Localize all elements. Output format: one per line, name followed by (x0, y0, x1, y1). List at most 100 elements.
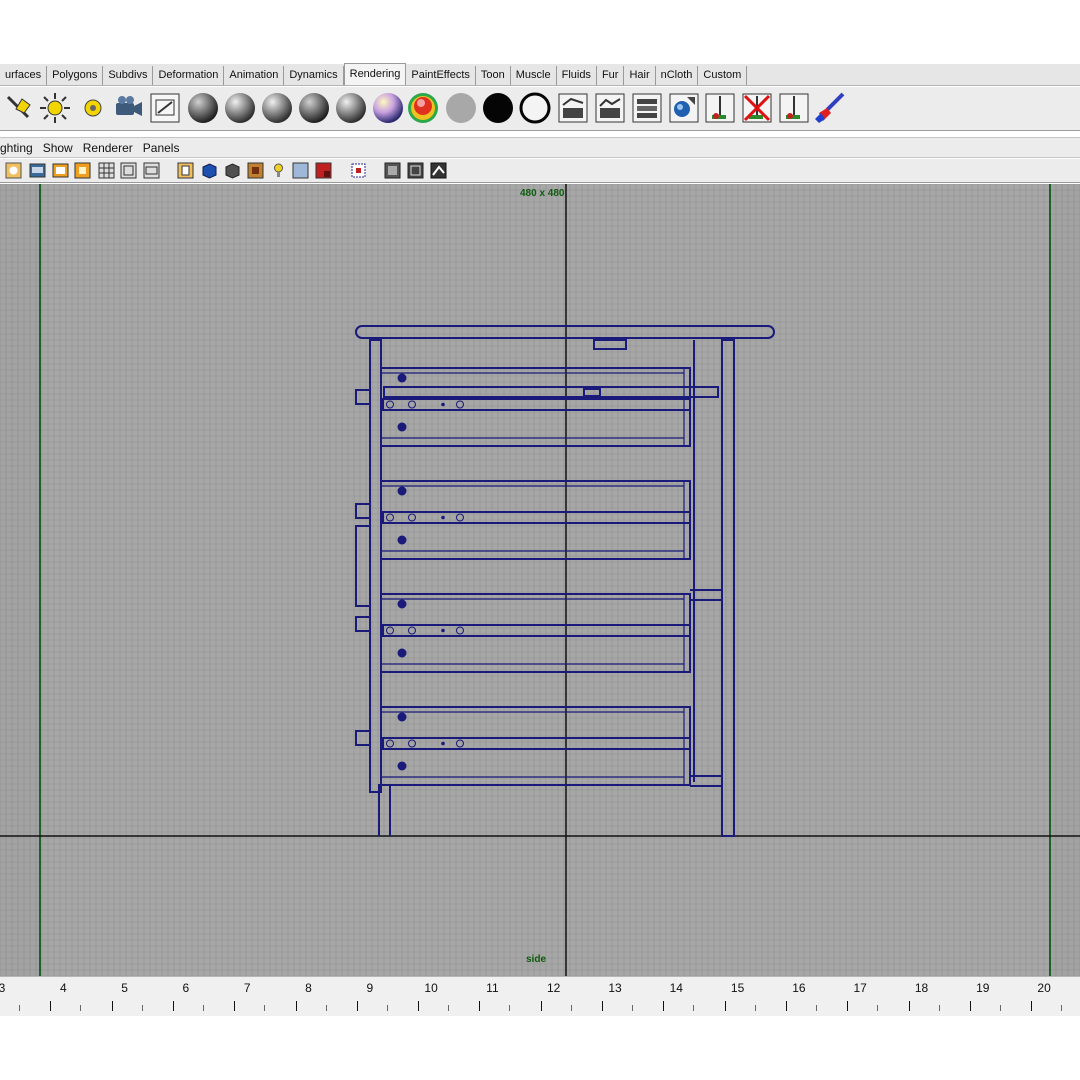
make-light-links-icon[interactable] (777, 91, 811, 125)
break-light-links-icon[interactable] (740, 91, 774, 125)
menu-renderer[interactable]: Renderer (83, 141, 133, 155)
shelf-tab-custom[interactable]: Custom (698, 66, 748, 85)
image-plane-icon[interactable] (74, 162, 91, 179)
ruler-tick (172, 1001, 174, 1011)
drawer-slide-extended (383, 386, 719, 398)
smooth-shade-icon[interactable] (270, 162, 287, 179)
cabinet-wireframe[interactable] (0, 184, 1080, 976)
ruler-label: 6 (182, 981, 190, 995)
shelf-tab-ncloth[interactable]: nCloth (656, 66, 699, 85)
light-linking-icon[interactable] (703, 91, 737, 125)
ruler-minor-tick (938, 1005, 940, 1011)
isolate-select-icon[interactable] (430, 162, 447, 179)
drawer-4-runner (382, 737, 691, 750)
select-camera-icon[interactable] (5, 162, 22, 179)
ruler-minor-tick (632, 1005, 633, 1011)
ruler-tick (847, 1001, 849, 1011)
paint-effects-brush-icon[interactable] (813, 91, 847, 125)
ruler-label: 20 (1037, 981, 1051, 995)
ruler-label: 16 (792, 981, 806, 995)
ruler-minor-tick (570, 1005, 572, 1011)
film-gate-icon[interactable] (120, 162, 137, 179)
ruler-minor-tick (325, 1005, 327, 1011)
grid-icon[interactable] (98, 162, 115, 179)
drawer-4-screw-bottom (397, 761, 407, 771)
slide-stop (583, 388, 601, 397)
drawer-handle-2 (355, 503, 371, 519)
safe-action-icon[interactable] (224, 162, 241, 179)
ruler-tick (234, 1001, 236, 1011)
shelf-tab-fur[interactable]: Fur (597, 66, 625, 85)
ruler-minor-tick (264, 1005, 266, 1011)
viewport-side[interactable]: 480 x 480 side (0, 184, 1080, 976)
shelf-tab-fluids[interactable]: Fluids (557, 66, 597, 85)
shelf-tab-animation[interactable]: Animation (224, 66, 285, 85)
render-settings-icon[interactable] (148, 91, 182, 125)
hypershade-icon[interactable] (667, 91, 701, 125)
cabinet-back-post (721, 339, 735, 837)
ruler-minor-tick (815, 1005, 817, 1011)
use-background-icon[interactable] (518, 91, 552, 125)
ramp-shader-icon[interactable] (406, 91, 440, 125)
flat-shade-icon[interactable] (292, 162, 309, 179)
point-light-icon[interactable] (38, 91, 72, 125)
resolution-gate-label: 480 x 480 (520, 188, 565, 199)
ruler-tick (908, 1001, 910, 1011)
render-current-frame-icon[interactable] (593, 91, 627, 125)
texture-icon[interactable] (315, 162, 332, 179)
ruler-minor-tick (448, 1005, 450, 1011)
cabinet-top-slab (355, 325, 775, 339)
menu-ghting[interactable]: ghting (0, 141, 33, 155)
surface-shader-icon[interactable] (481, 91, 515, 125)
ruler-tick (785, 1001, 787, 1011)
ambient-light-icon[interactable] (76, 91, 110, 125)
camera-attributes-icon[interactable] (29, 162, 46, 179)
resolution-gate-icon[interactable] (143, 162, 160, 179)
blinn-sphere-icon[interactable] (223, 91, 257, 125)
ruler-tick (50, 1001, 52, 1011)
gate-mask-icon[interactable] (177, 162, 194, 179)
spot-light-icon[interactable] (2, 91, 36, 125)
ruler-tick (418, 1001, 420, 1011)
ipr-render-icon[interactable] (630, 91, 664, 125)
phong-sphere-icon[interactable] (260, 91, 294, 125)
drawer-handle-tall (355, 525, 371, 607)
shelf-tab-urfaces[interactable]: urfaces (0, 66, 48, 85)
lighting-icon[interactable] (350, 162, 367, 179)
ruler-minor-tick (202, 1005, 204, 1011)
shelf-tab-bar: urfaces Polygons Subdivs Deformation Animati… (0, 63, 1080, 86)
camera-icon[interactable] (112, 91, 146, 125)
ruler-minor-tick (509, 1005, 511, 1011)
shelf-tab-muscle[interactable]: Muscle (511, 66, 557, 85)
drawer-4-runner-hole (456, 739, 464, 748)
ruler-label: 19 (976, 981, 990, 995)
shelf-tab-rendering[interactable]: Rendering (343, 63, 407, 85)
shelf-tab-painteffects[interactable]: PaintEffects (406, 66, 476, 85)
phonge-sphere-icon[interactable] (297, 91, 331, 125)
anisotropic-sphere-icon[interactable] (334, 91, 368, 125)
shadows-icon[interactable] (384, 162, 401, 179)
shelf-tab-toon[interactable]: Toon (476, 66, 511, 85)
menu-show[interactable]: Show (43, 141, 73, 155)
time-ruler[interactable]: 3 4 5 6 7 8 9 10 11 12 13 14 15 16 17 18 19 20 (0, 976, 1080, 1016)
ruler-minor-tick (141, 1005, 143, 1011)
field-chart-icon[interactable] (201, 162, 218, 179)
shelf-tab-polygons[interactable]: Polygons (47, 66, 104, 85)
shelf-tab-dynamics[interactable]: Dynamics (284, 66, 344, 85)
layered-shader-icon[interactable] (371, 91, 405, 125)
shelf-tab-deformation[interactable]: Deformation (153, 66, 225, 85)
bookmark-icon[interactable] (52, 162, 69, 179)
shelf-tab-hair[interactable]: Hair (624, 66, 656, 85)
render-view-icon[interactable] (556, 91, 590, 125)
lambert-sphere-icon[interactable] (186, 91, 220, 125)
shading-map-icon[interactable] (444, 91, 478, 125)
drawer-4-runner-hole (408, 739, 416, 748)
drawer-4-screw-top (397, 712, 407, 722)
ruler-minor-tick (80, 1005, 82, 1011)
wireframe-icon[interactable] (247, 162, 264, 179)
ruler-label: 7 (243, 981, 251, 995)
xray-icon[interactable] (407, 162, 424, 179)
shelf-tab-subdivs[interactable]: Subdivs (103, 66, 154, 85)
menu-panels[interactable]: Panels (143, 141, 180, 155)
ruler-label: 18 (914, 981, 929, 995)
